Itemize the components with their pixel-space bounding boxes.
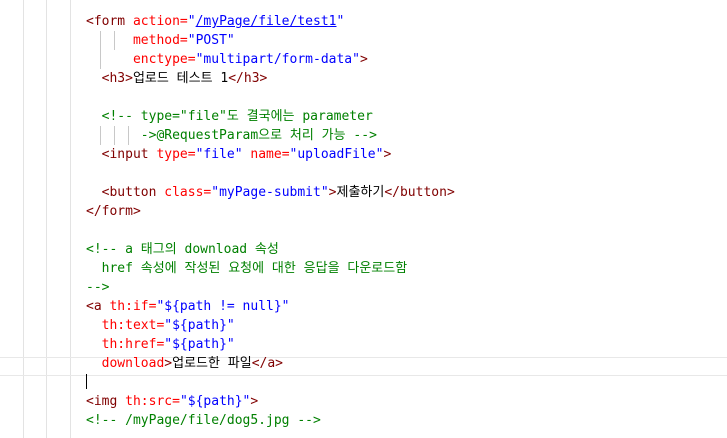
code-attribute: th:src=	[125, 394, 180, 409]
code-line[interactable]: method="POST"	[86, 31, 235, 50]
code-line[interactable]: <!-- /myPage/file/dog5.jpg -->	[86, 411, 321, 430]
code-attribute: type=	[156, 147, 196, 162]
code-line[interactable]: -->	[86, 278, 109, 297]
code-attribute: class=	[164, 185, 212, 200]
code-tag: <form	[86, 14, 133, 29]
code-line[interactable]: href 속성에 작성된 요청에 대한 응답을 다운로드함	[86, 259, 408, 278]
indent-guide	[114, 126, 115, 145]
code-tag: >	[383, 147, 392, 162]
code-value: "${path != null}"	[156, 299, 290, 314]
code-comment: <!-- a 태그의 download 속성	[86, 242, 279, 257]
code-comment: <!-- type="file"도 결국에는 parameter	[101, 109, 373, 124]
code-tag: <input	[101, 147, 157, 162]
code-attribute: method=	[132, 33, 188, 48]
code-value: /myPage/file/test1	[195, 14, 337, 29]
code-value: "	[336, 14, 345, 29]
code-attribute: th:if=	[109, 299, 157, 314]
code-tag: >	[164, 356, 173, 371]
code-value: "POST"	[187, 33, 235, 48]
code-line[interactable]: <img th:src="${path}">	[86, 392, 258, 411]
code-value: "file"	[195, 147, 251, 162]
code-line[interactable]: <!-- type="file"도 결국에는 parameter	[86, 107, 373, 126]
code-line[interactable]: <form action="/myPage/file/test1"	[86, 12, 344, 31]
code-comment: href 속성에 작성된 요청에 대한 응답을 다운로드함	[86, 261, 408, 276]
indent-guide	[100, 31, 101, 50]
code-attribute: name=	[250, 147, 290, 162]
indent-guide	[114, 31, 115, 50]
code-tag: >	[359, 52, 368, 67]
code-attribute: th:href=	[101, 337, 165, 352]
code-value: "multipart/form-data"	[195, 52, 360, 67]
code-tag: </button>	[384, 185, 455, 200]
code-value: "${path}"	[179, 394, 251, 409]
code-comment: -->	[86, 280, 110, 295]
code-line[interactable]: <a th:if="${path != null}"	[86, 297, 290, 316]
code-text: 업로드 테스트 1	[132, 71, 229, 86]
code-line[interactable]: <!-- a 태그의 download 속성	[86, 240, 279, 259]
code-tag: <h3>	[101, 71, 133, 86]
code-value: "myPage-submit"	[211, 185, 329, 200]
text-cursor	[86, 374, 87, 389]
code-value: "${path}"	[164, 318, 235, 333]
code-line[interactable]: <h3>업로드 테스트 1</h3>	[86, 69, 268, 88]
code-line[interactable]	[86, 373, 87, 392]
code-value: "${path}"	[164, 337, 235, 352]
code-tag: </h3>	[228, 71, 268, 86]
code-attribute: action=	[132, 14, 188, 29]
code-tag: <a	[86, 299, 110, 314]
code-tag: </form>	[86, 204, 141, 219]
code-tag: <img	[86, 394, 126, 409]
code-attribute: th:text=	[101, 318, 165, 333]
code-line[interactable]: download>업로드한 파일</a>	[86, 354, 283, 373]
code-tag: >	[250, 394, 259, 409]
code-editor[interactable]: <form action="/myPage/file/test1" method…	[0, 0, 727, 438]
code-tag: <button	[101, 185, 165, 200]
code-value: "uploadFile"	[289, 147, 384, 162]
code-text: 업로드한 파일	[172, 356, 252, 371]
indent-guide	[100, 126, 101, 145]
code-tag: </a>	[251, 356, 284, 371]
code-value: "	[187, 14, 196, 29]
code-line[interactable]: th:href="${path}"	[86, 335, 235, 354]
code-comment: ->@RequestParam으로 처리 가능 -->	[86, 128, 377, 143]
indent-guide	[128, 126, 129, 145]
code-line[interactable]: enctype="multipart/form-data">	[86, 50, 368, 69]
code-line[interactable]: <button class="myPage-submit">제출하기</butt…	[86, 183, 455, 202]
code-text: 제출하기	[336, 185, 385, 200]
code-line[interactable]: <input type="file" name="uploadFile">	[86, 145, 392, 164]
indent-guide	[100, 50, 101, 69]
code-comment: <!-- /myPage/file/dog5.jpg -->	[86, 413, 321, 428]
code-attribute: download	[101, 356, 165, 371]
code-line[interactable]: th:text="${path}"	[86, 316, 235, 335]
code-line[interactable]: ->@RequestParam으로 처리 가능 -->	[86, 126, 377, 145]
code-attribute: enctype=	[132, 52, 196, 67]
code-line[interactable]: </form>	[86, 202, 141, 221]
